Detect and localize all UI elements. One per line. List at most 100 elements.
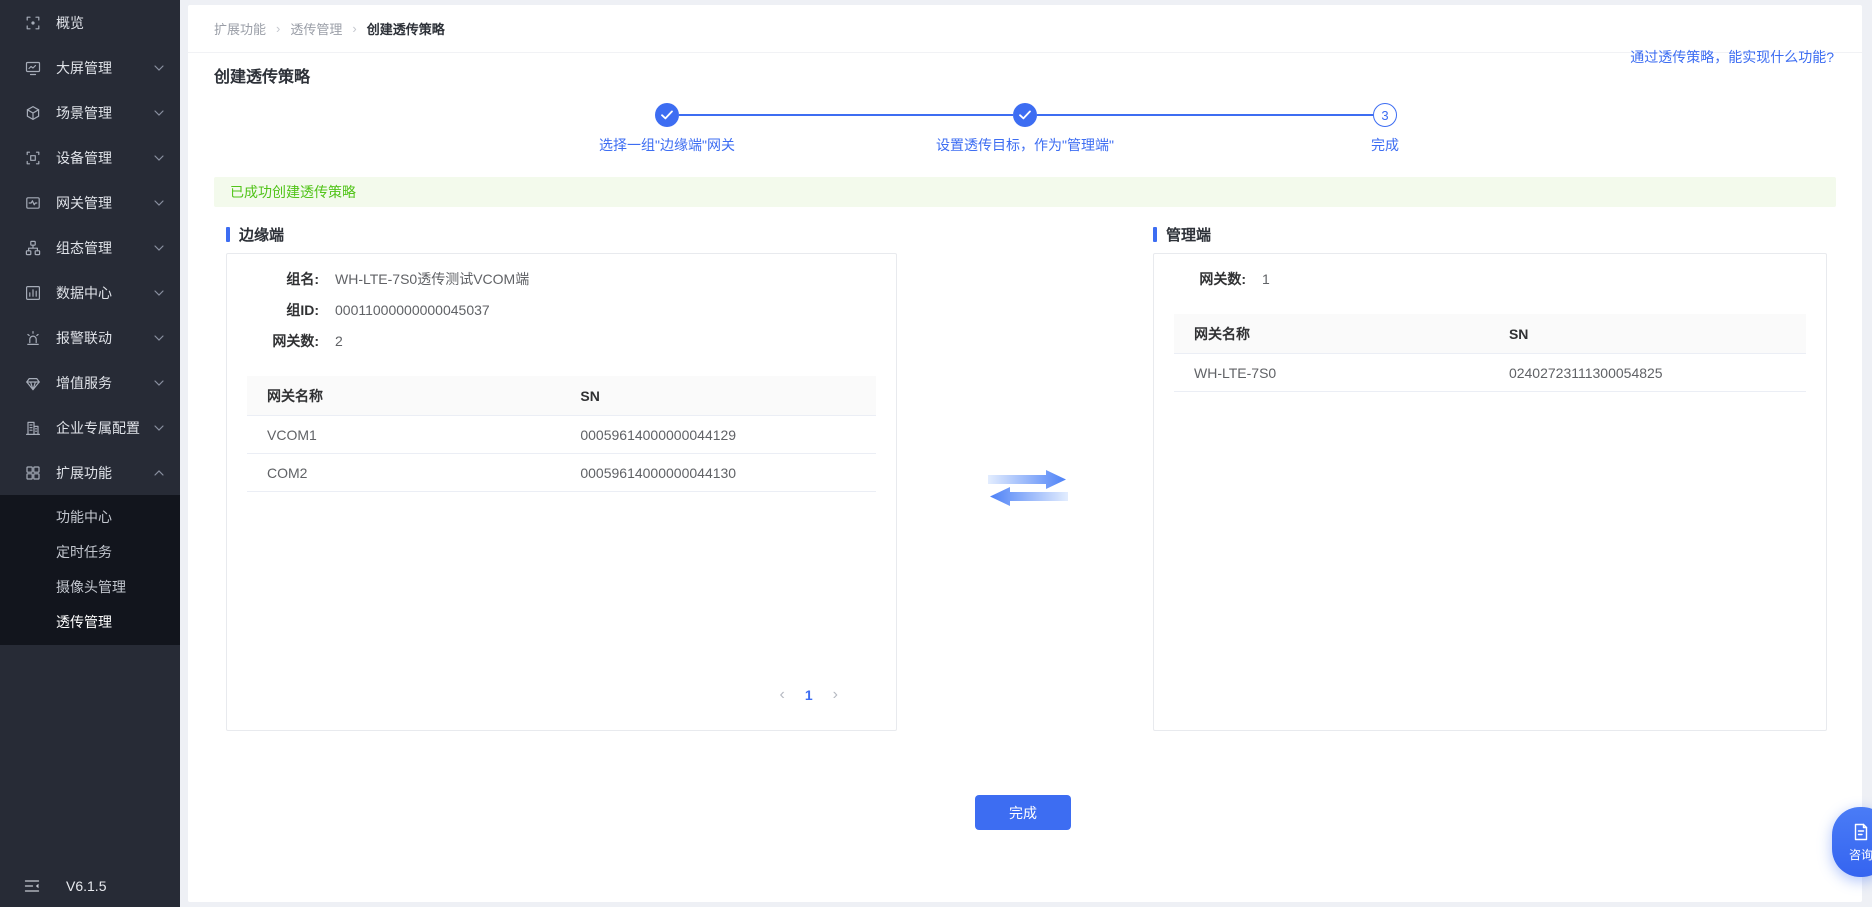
sn-header: SN bbox=[1509, 326, 1806, 342]
sidebar-item-device-mgmt[interactable]: 设备管理 bbox=[0, 135, 180, 180]
sidebar-item-extensions[interactable]: 扩展功能 bbox=[0, 450, 180, 495]
sn-header: SN bbox=[580, 388, 876, 404]
step2-done-check-icon bbox=[1013, 103, 1037, 127]
group-id-value: 00011000000000045037 bbox=[335, 302, 490, 318]
sidebar-item-data-center[interactable]: 数据中心 bbox=[0, 270, 180, 315]
table-row: COM2 00059614000000044130 bbox=[247, 454, 876, 492]
gateway-count-value: 1 bbox=[1262, 271, 1270, 287]
sidebar-item-label: 设备管理 bbox=[56, 148, 112, 168]
page-number[interactable]: 1 bbox=[791, 687, 827, 703]
sidebar-item-overview[interactable]: 概览 bbox=[0, 0, 180, 45]
step1-label: 选择一组"边缘端"网关 bbox=[517, 135, 817, 155]
submenu-item-scheduled-tasks[interactable]: 定时任务 bbox=[0, 535, 180, 570]
sidebar-item-gateway-mgmt[interactable]: 网关管理 bbox=[0, 180, 180, 225]
gateway-count-row: 网关数: 1 bbox=[1154, 263, 1826, 294]
collapse-sidebar-icon[interactable] bbox=[24, 879, 40, 893]
success-alert: 已成功创建透传策略 bbox=[214, 177, 1836, 207]
building-icon bbox=[24, 419, 42, 437]
sidebar-item-label: 扩展功能 bbox=[56, 463, 112, 483]
section-accent-bar bbox=[226, 227, 230, 242]
edge-fields: 组名: WH-LTE-7S0透传测试VCOM端 组ID: 00011000000… bbox=[227, 254, 896, 356]
gateway-count-row: 网关数: 2 bbox=[227, 325, 896, 356]
chevron-down-icon bbox=[154, 380, 164, 386]
help-link[interactable]: 通过透传策略，能实现什么功能? bbox=[1630, 47, 1834, 67]
breadcrumb: 扩展功能 › 透传管理 › 创建透传策略 bbox=[188, 5, 1862, 53]
chevron-down-icon bbox=[154, 65, 164, 71]
submenu-item-camera-mgmt[interactable]: 摄像头管理 bbox=[0, 570, 180, 605]
prev-page-icon[interactable]: ‹ bbox=[774, 686, 791, 704]
manage-fields: 网关数: 1 bbox=[1154, 254, 1826, 294]
breadcrumb-separator: › bbox=[352, 21, 356, 36]
gem-icon bbox=[24, 374, 42, 392]
manage-gateway-table: 网关名称 SN WH-LTE-7S0 02402723111300054825 bbox=[1174, 314, 1806, 392]
edge-panel: 组名: WH-LTE-7S0透传测试VCOM端 组ID: 00011000000… bbox=[226, 253, 897, 731]
breadcrumb-item-current: 创建透传策略 bbox=[367, 19, 445, 38]
pagination: ‹ 1 › bbox=[774, 686, 844, 704]
version-label: V6.1.5 bbox=[66, 878, 106, 894]
table-row: VCOM1 00059614000000044129 bbox=[247, 416, 876, 454]
step1-done-check-icon bbox=[655, 103, 679, 127]
step-connector-line bbox=[679, 114, 1013, 116]
device-brackets-icon bbox=[24, 149, 42, 167]
flowchart-icon bbox=[24, 239, 42, 257]
sidebar-item-label: 场景管理 bbox=[56, 103, 112, 123]
chevron-down-icon bbox=[154, 110, 164, 116]
monitor-icon bbox=[24, 59, 42, 77]
finish-button[interactable]: 完成 bbox=[975, 795, 1071, 830]
document-icon bbox=[1851, 822, 1871, 842]
page-title: 创建透传策略 bbox=[214, 63, 310, 87]
gateway-pulse-icon bbox=[24, 194, 42, 212]
sidebar-item-config-mgmt[interactable]: 组态管理 bbox=[0, 225, 180, 270]
extensions-submenu: 功能中心 定时任务 摄像头管理 透传管理 bbox=[0, 495, 180, 645]
group-name-value: WH-LTE-7S0透传测试VCOM端 bbox=[335, 269, 529, 289]
gateway-name-header: 网关名称 bbox=[247, 386, 580, 406]
table-row: WH-LTE-7S0 02402723111300054825 bbox=[1174, 354, 1806, 392]
submenu-item-function-center[interactable]: 功能中心 bbox=[0, 500, 180, 535]
gateway-count-value: 2 bbox=[335, 333, 343, 349]
bar-chart-icon bbox=[24, 284, 42, 302]
step3-number-badge: 3 bbox=[1373, 103, 1397, 127]
sidebar-item-label: 概览 bbox=[56, 13, 84, 33]
sidebar-item-enterprise-config[interactable]: 企业专属配置 bbox=[0, 405, 180, 450]
submenu-item-passthrough-mgmt[interactable]: 透传管理 bbox=[0, 605, 180, 640]
chevron-up-icon bbox=[154, 470, 164, 476]
consult-floating-button[interactable]: 咨询 bbox=[1832, 807, 1872, 877]
main-content: 扩展功能 › 透传管理 › 创建透传策略 通过透传策略，能实现什么功能? 创建透… bbox=[188, 5, 1862, 902]
sidebar-footer: V6.1.5 bbox=[0, 865, 180, 907]
sidebar-item-scene-mgmt[interactable]: 场景管理 bbox=[0, 90, 180, 135]
edge-section-title: 边缘端 bbox=[226, 224, 284, 245]
chevron-down-icon bbox=[154, 200, 164, 206]
hexagon-cube-icon bbox=[24, 104, 42, 122]
step3-label: 完成 bbox=[1235, 135, 1535, 155]
edge-gateway-table: 网关名称 SN VCOM1 00059614000000044129 COM2 … bbox=[247, 376, 876, 492]
sidebar-item-label: 增值服务 bbox=[56, 373, 112, 393]
chevron-down-icon bbox=[154, 155, 164, 161]
sidebar-item-label: 报警联动 bbox=[56, 328, 112, 348]
step-connector-line bbox=[1037, 114, 1373, 116]
sidebar-item-alarm-linkage[interactable]: 报警联动 bbox=[0, 315, 180, 360]
chevron-down-icon bbox=[154, 335, 164, 341]
sidebar-item-value-services[interactable]: 增值服务 bbox=[0, 360, 180, 405]
section-accent-bar bbox=[1153, 227, 1157, 242]
sidebar-item-label: 网关管理 bbox=[56, 193, 112, 213]
sidebar-item-screen-mgmt[interactable]: 大屏管理 bbox=[0, 45, 180, 90]
manage-panel: 网关数: 1 网关名称 SN WH-LTE-7S0 02402723111300… bbox=[1153, 253, 1827, 731]
grid-squares-icon bbox=[24, 464, 42, 482]
sidebar-item-label: 大屏管理 bbox=[56, 58, 112, 78]
chevron-down-icon bbox=[154, 290, 164, 296]
consult-label: 咨询 bbox=[1849, 846, 1872, 863]
breadcrumb-item-passthrough-mgmt[interactable]: 透传管理 bbox=[290, 19, 342, 38]
gateway-name-header: 网关名称 bbox=[1174, 324, 1509, 344]
chevron-down-icon bbox=[154, 425, 164, 431]
sidebar: 概览 大屏管理 场景管理 bbox=[0, 0, 180, 907]
next-page-icon[interactable]: › bbox=[827, 686, 844, 704]
sidebar-item-label: 组态管理 bbox=[56, 238, 112, 258]
sidebar-item-label: 企业专属配置 bbox=[56, 418, 140, 438]
group-name-row: 组名: WH-LTE-7S0透传测试VCOM端 bbox=[227, 263, 896, 294]
breadcrumb-item-extensions[interactable]: 扩展功能 bbox=[214, 19, 266, 38]
app-window: 概览 大屏管理 场景管理 bbox=[0, 0, 1872, 907]
step2-label: 设置透传目标，作为"管理端" bbox=[875, 135, 1175, 155]
overview-scan-icon bbox=[24, 14, 42, 32]
alarm-siren-icon bbox=[24, 329, 42, 347]
breadcrumb-separator: › bbox=[276, 21, 280, 36]
